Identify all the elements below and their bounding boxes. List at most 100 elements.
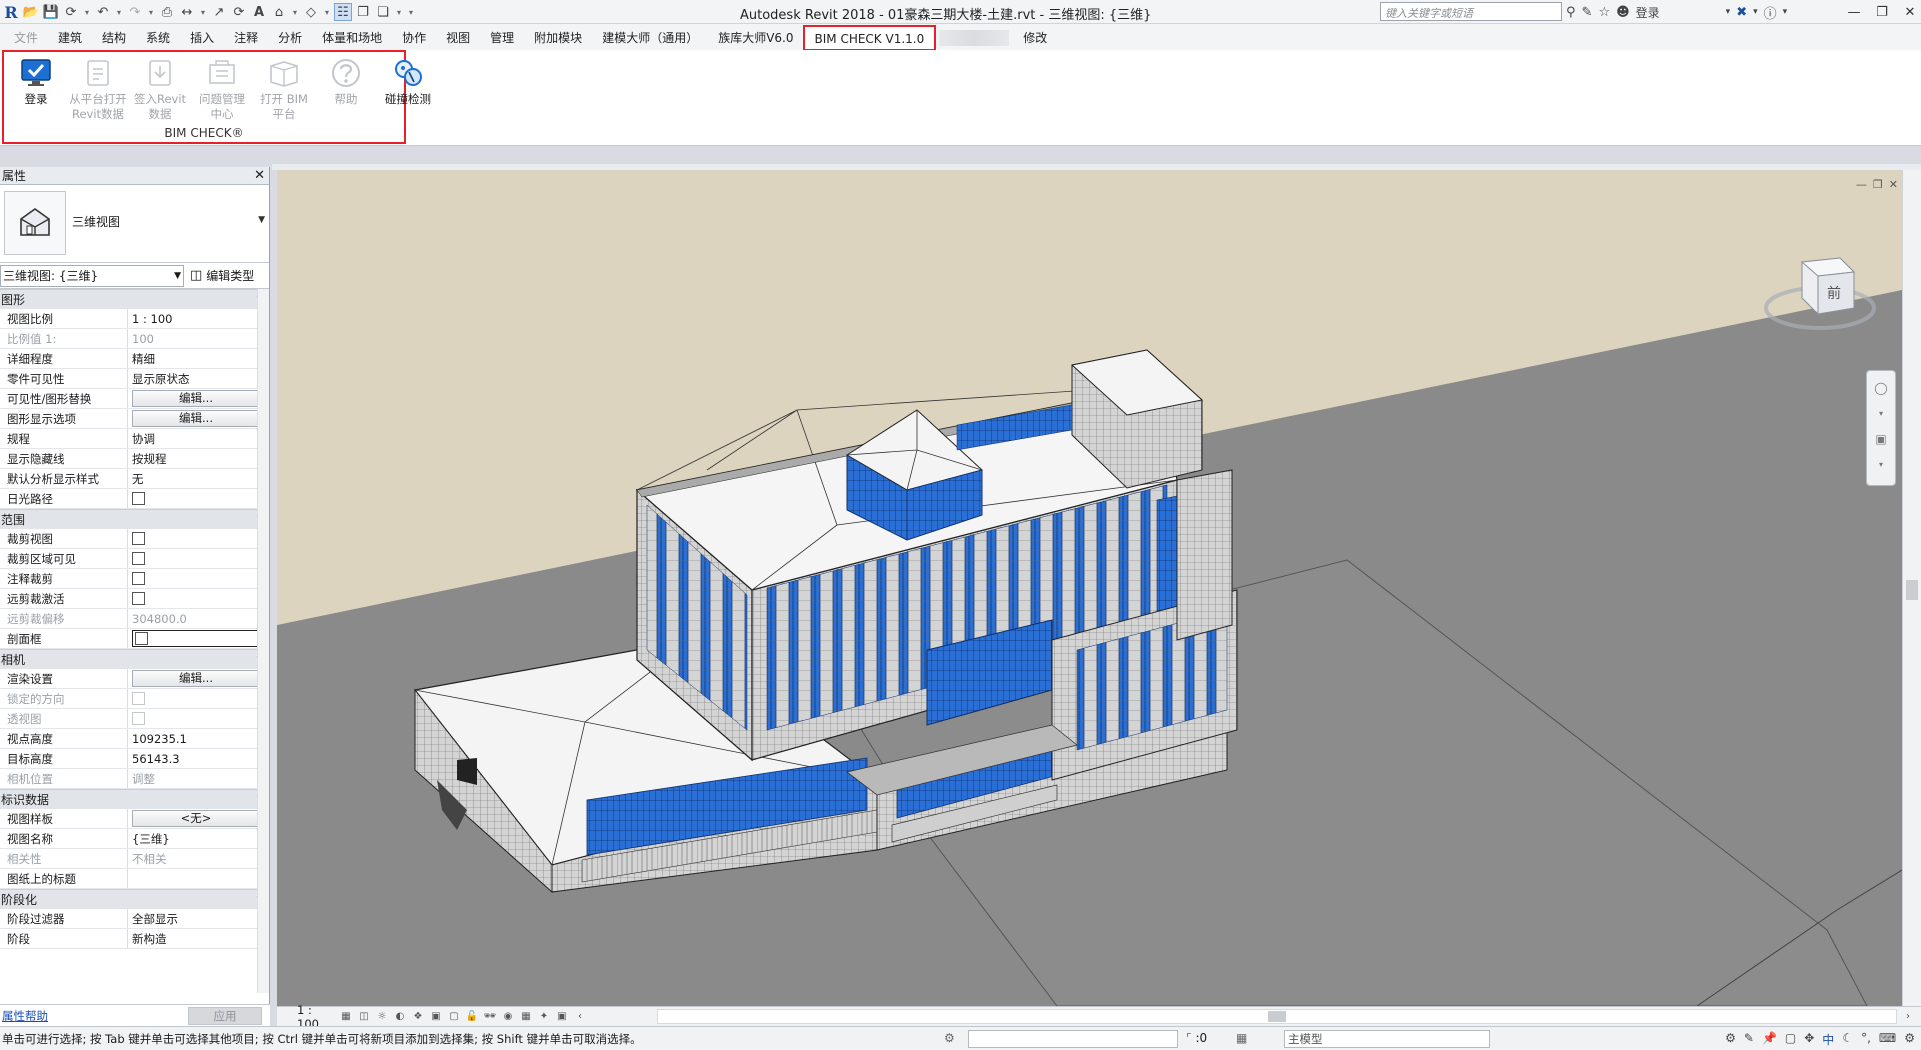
tab-8[interactable]: 协作 [392,26,436,50]
tab-10[interactable]: 管理 [480,26,524,50]
zoom-icon[interactable]: ▣ [1875,432,1886,446]
signin-label[interactable]: 登录 [1636,4,1660,21]
edit-type-button[interactable]: ◫ 编辑类型 [190,267,254,284]
text-icon[interactable]: A [250,3,268,21]
measure-icon[interactable]: ↔ [178,3,196,21]
property-edit-button[interactable]: 编辑... [132,390,260,407]
chevron-left-icon[interactable]: ‹ [571,1010,589,1024]
restore-icon[interactable]: ❐ [1873,178,1883,191]
property-category[interactable]: 范围⌃ [0,509,269,529]
property-value[interactable]: 显示原状态 [128,369,269,388]
restore-icon[interactable]: ❐ [1875,5,1889,20]
unlock-view-icon[interactable]: 🔓 [463,1010,481,1024]
dropdown-arrow-icon[interactable]: ▾ [394,3,404,21]
property-category[interactable]: 阶段化⌃ [0,889,269,909]
property-value[interactable] [128,589,269,608]
minimize-icon[interactable]: — [1847,5,1861,20]
type-selector[interactable]: 三维视图 ▼ [0,185,269,263]
property-value[interactable]: 编辑... [128,669,269,688]
selection-filter[interactable]: ⌜ :0 [1186,1031,1207,1045]
ribbon-button-5[interactable]: 帮助 [316,54,376,126]
property-value[interactable] [128,569,269,588]
tag-icon[interactable]: ⟳ [230,3,248,21]
steering-wheel-icon[interactable]: ◯ [1874,381,1887,395]
select-by-face-icon[interactable]: ▢ [1785,1031,1796,1048]
close-icon[interactable]: ✕ [254,168,265,183]
property-value[interactable]: 56143.3 [128,749,269,768]
hide-isolate-icon[interactable]: 🕶 [481,1010,499,1024]
communication-icon[interactable]: ✎ [1582,5,1593,20]
property-value[interactable]: 无 [128,469,269,488]
select-links-icon[interactable]: ⚙ [1725,1031,1736,1048]
property-checkbox[interactable] [132,572,145,585]
property-scrollbar[interactable] [257,289,269,993]
undo-icon[interactable]: ↶ [94,3,112,21]
property-category[interactable]: 图形⌃ [0,289,269,309]
crop-view-icon[interactable]: ▣ [427,1010,445,1024]
property-checkbox[interactable] [132,532,145,545]
property-value[interactable]: 编辑... [128,409,269,428]
editing-requests-icon[interactable]: ▦ [1236,1031,1247,1045]
redo-icon[interactable]: ↷ [126,3,144,21]
ribbon-button-0[interactable]: 登录 [6,54,66,126]
shadows-icon[interactable]: ◐ [391,1010,409,1024]
switch-windows-icon[interactable]: ❏ [374,3,392,21]
chevron-down-icon[interactable]: ▾ [1783,7,1788,17]
view-vertical-scrollbar[interactable] [1902,170,1921,1006]
ime-chinese-icon[interactable]: 中 [1822,1031,1834,1048]
dropdown-arrow-icon[interactable]: ▾ [290,3,300,21]
select-underlay-icon[interactable]: ✎ [1744,1031,1754,1048]
tab-7[interactable]: 体量和场地 [312,26,392,50]
property-value[interactable] [128,529,269,548]
dropdown-arrow-icon[interactable]: ▾ [146,3,156,21]
property-checkbox[interactable] [132,552,145,565]
help-icon[interactable]: ⓘ [1764,3,1777,22]
ribbon-button-3[interactable]: 问题管理 中心 [192,54,252,126]
chevron-down-icon[interactable]: ▾ [1726,7,1731,17]
property-value[interactable] [128,549,269,568]
chevron-down-icon[interactable]: ▾ [1753,7,1758,17]
property-value[interactable]: 编辑... [128,389,269,408]
apply-button[interactable]: 应用 [188,1006,262,1025]
print-icon[interactable]: ⎙ [158,3,176,21]
minimize-icon[interactable]: — [1856,178,1867,191]
chevron-down-icon[interactable]: ▾ [1879,409,1883,418]
show-analytical-icon[interactable]: ✦ [535,1010,553,1024]
keyboard-icon[interactable]: ⌨ [1879,1031,1896,1048]
tab-6[interactable]: 分析 [268,26,312,50]
properties-help-link[interactable]: 属性帮助 [2,1008,48,1024]
property-value[interactable]: 新构造 [128,929,269,948]
ribbon-button-4[interactable]: 打开 BIM 平台 [254,54,314,126]
thin-lines-icon[interactable]: ☷ [334,3,352,21]
moon-icon[interactable]: ☾ [1842,1031,1853,1048]
scrollbar-thumb[interactable] [1906,580,1918,600]
detail-level-icon[interactable]: ▦ [337,1010,355,1024]
property-checkbox[interactable] [132,592,145,605]
dropdown-arrow-icon[interactable]: ▾ [322,3,332,21]
property-value[interactable]: 1 : 100 [128,309,269,328]
ribbon-button-2[interactable]: 签入Revit 数据 [130,54,190,126]
tab-11[interactable]: 附加模块 [524,26,592,50]
property-checkbox[interactable] [135,632,148,645]
tab-obscured[interactable] [939,30,1010,46]
search-input[interactable]: 键入关键字或短语 [1380,2,1562,21]
temp-view-properties-icon[interactable]: ▦ [517,1010,535,1024]
chevron-down-icon[interactable]: ▾ [1879,460,1883,469]
property-value[interactable] [128,869,269,888]
property-edit-button[interactable]: 编辑... [132,410,260,427]
property-value[interactable]: 按规程 [128,449,269,468]
crop-region-icon[interactable]: ▢ [445,1010,463,1024]
property-checkbox[interactable] [132,492,145,505]
tab-14[interactable]: BIM CHECK V1.1.0 [802,25,937,51]
sync-icon[interactable]: ⟳ [62,3,80,21]
property-category[interactable]: 标识数据⌃ [0,789,269,809]
property-selected-cell[interactable] [132,630,260,647]
tab-5[interactable]: 注释 [224,26,268,50]
settings-gear-icon[interactable]: ⚙ [1904,1031,1915,1048]
property-edit-button[interactable]: 编辑... [132,670,260,687]
close-icon[interactable]: ✕ [1889,178,1898,191]
property-value[interactable]: 协调 [128,429,269,448]
property-value[interactable]: 精细 [128,349,269,368]
property-edit-button[interactable]: <无> [132,810,260,827]
viewcube-face-label[interactable]: 前 [1827,285,1841,302]
